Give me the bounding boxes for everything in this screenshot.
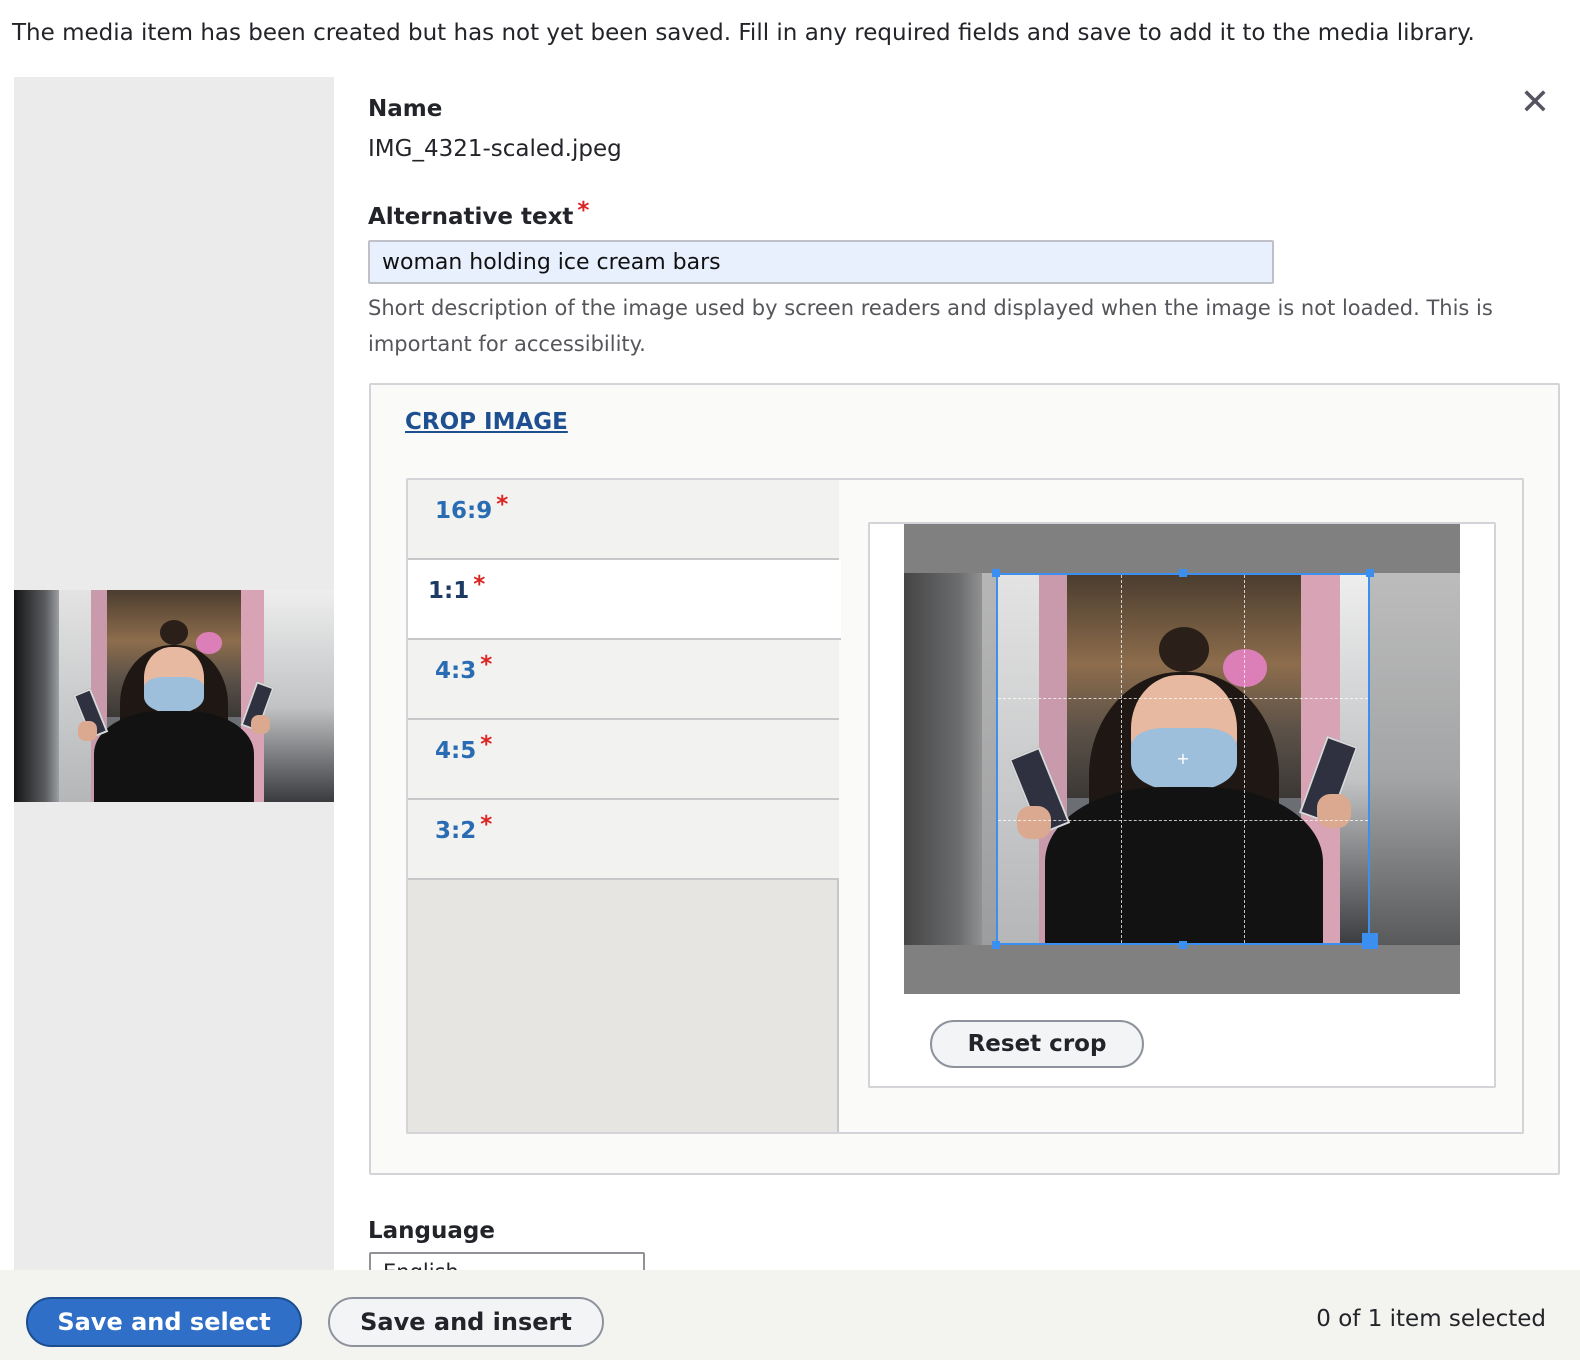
tab-label: 16:9 xyxy=(435,498,493,524)
tab-4-5[interactable]: 4:5 * xyxy=(408,720,839,800)
unsaved-notice: The media item has been created but has … xyxy=(12,20,1475,46)
crop-tab-list: 16:9 * 1:1 * 4:3 * 4:5 * 3:2 * xyxy=(408,480,841,1132)
crop-guide-line xyxy=(998,820,1368,822)
crop-canvas[interactable]: + xyxy=(904,524,1460,994)
crop-handle-nw[interactable] xyxy=(992,569,1000,577)
thumbnail-photo xyxy=(14,590,334,802)
close-icon[interactable]: ✕ xyxy=(1518,85,1552,121)
required-marker: * xyxy=(473,572,486,598)
tab-1-1[interactable]: 1:1 * xyxy=(408,560,841,640)
required-marker: * xyxy=(496,492,509,518)
crop-center-icon: + xyxy=(1176,749,1190,768)
crop-guide-line xyxy=(1244,575,1246,943)
tab-3-2[interactable]: 3:2 * xyxy=(408,800,839,880)
crop-image-toggle[interactable]: CROP IMAGE xyxy=(405,409,568,435)
name-label: Name xyxy=(368,96,443,122)
crop-vertical-tabs: 16:9 * 1:1 * 4:3 * 4:5 * 3:2 * + Reset c… xyxy=(406,478,1524,1134)
crop-guide-line xyxy=(1121,575,1123,943)
crop-pane-1-1: + Reset crop xyxy=(868,522,1496,1088)
save-and-insert-button[interactable]: Save and insert xyxy=(328,1297,604,1347)
selection-count: 0 of 1 item selected xyxy=(1316,1306,1546,1332)
crop-handle-ne[interactable] xyxy=(1366,569,1374,577)
required-marker: * xyxy=(480,732,493,758)
dialog-footer: Save and select Save and insert 0 of 1 i… xyxy=(0,1270,1580,1360)
required-marker: * xyxy=(480,812,493,838)
crop-handle-se[interactable] xyxy=(1362,933,1378,949)
tab-label: 1:1 xyxy=(428,578,470,604)
crop-image-fieldset: CROP IMAGE 16:9 * 1:1 * 4:3 * 4:5 * 3:2 * xyxy=(369,383,1560,1175)
language-label: Language xyxy=(368,1218,495,1244)
alt-text-description: Short description of the image used by s… xyxy=(368,296,1493,356)
media-thumbnail xyxy=(14,590,334,802)
crop-selection-box[interactable]: + xyxy=(996,573,1370,945)
crop-handle-n[interactable] xyxy=(1179,569,1187,577)
save-and-select-button[interactable]: Save and select xyxy=(26,1297,302,1347)
required-marker: * xyxy=(577,198,590,224)
media-preview-column xyxy=(14,77,334,1272)
tab-label: 3:2 xyxy=(435,818,477,844)
alt-text-label-text: Alternative text xyxy=(368,204,574,230)
crop-handle-s[interactable] xyxy=(1179,941,1187,949)
tab-16-9[interactable]: 16:9 * xyxy=(408,480,839,560)
crop-handle-sw[interactable] xyxy=(992,941,1000,949)
alt-text-label: Alternative text * xyxy=(368,198,589,230)
required-marker: * xyxy=(480,652,493,678)
tab-4-3[interactable]: 4:3 * xyxy=(408,640,839,720)
tab-label: 4:5 xyxy=(435,738,477,764)
reset-crop-button[interactable]: Reset crop xyxy=(930,1020,1144,1068)
name-value: IMG_4321-scaled.jpeg xyxy=(368,136,622,162)
alt-text-input[interactable] xyxy=(368,240,1274,284)
tab-label: 4:3 xyxy=(435,658,477,684)
crop-guide-line xyxy=(998,697,1368,699)
